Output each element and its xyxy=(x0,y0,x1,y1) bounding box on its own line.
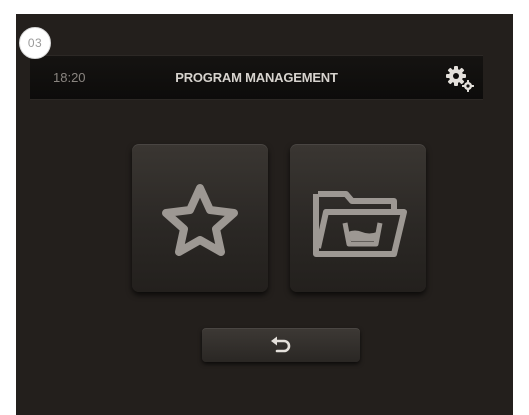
favorites-button[interactable] xyxy=(132,144,268,292)
header-bar: 18:20 PROGRAM MANAGEMENT xyxy=(30,55,483,100)
star-icon xyxy=(162,184,238,256)
gears-icon xyxy=(446,66,474,92)
program-folder-button[interactable] xyxy=(290,144,426,292)
back-button[interactable] xyxy=(202,328,360,362)
page-title: PROGRAM MANAGEMENT xyxy=(175,70,338,85)
step-number-badge: 03 xyxy=(19,27,51,59)
folder-with-tub-icon xyxy=(313,191,407,257)
device-screen: 18:20 PROGRAM MANAGEMENT xyxy=(16,14,513,415)
settings-button[interactable] xyxy=(445,64,475,94)
back-arrow-icon xyxy=(271,336,291,353)
